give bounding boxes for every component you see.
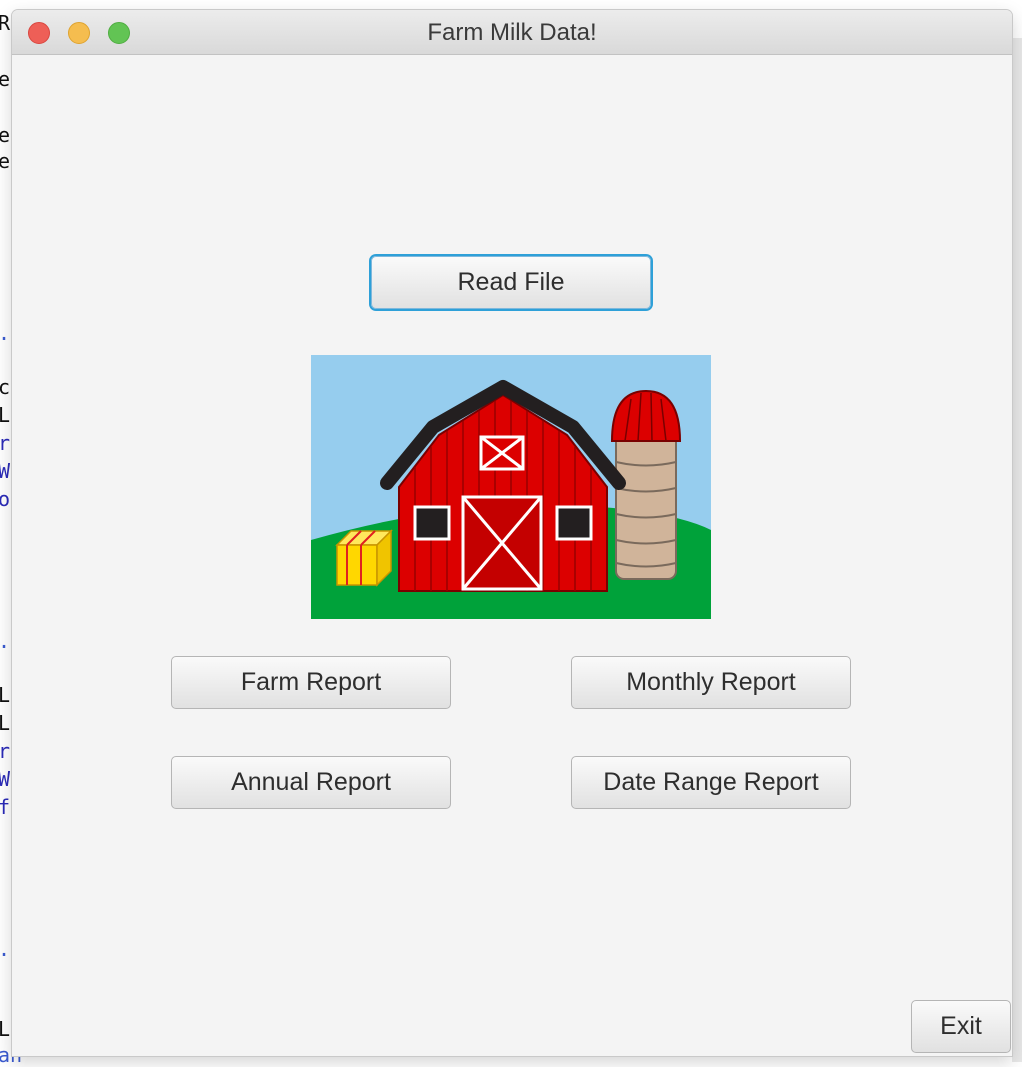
background-code-fragment: W: [0, 767, 11, 791]
read-file-button[interactable]: Read File: [371, 256, 651, 309]
exit-button[interactable]: Exit: [911, 1000, 1011, 1053]
farm-report-button[interactable]: Farm Report: [171, 656, 451, 709]
app-window: Farm Milk Data! Read File Farm Report Mo…: [12, 10, 1012, 1056]
background-panel-edge: [1012, 38, 1022, 1062]
annual-report-button[interactable]: Annual Report: [171, 756, 451, 809]
hay-bale: [335, 529, 393, 587]
background-code-fragment: f: [0, 795, 11, 819]
main-content: Read File Farm Report Monthly Report Ann…: [12, 55, 1012, 1056]
background-code-fragment: W: [0, 459, 11, 483]
title-bar[interactable]: Farm Milk Data!: [12, 10, 1012, 55]
monthly-report-button[interactable]: Monthly Report: [571, 656, 851, 709]
window-title: Farm Milk Data!: [427, 19, 597, 46]
background-code-fragment: o: [0, 487, 11, 511]
date-range-report-button[interactable]: Date Range Report: [571, 756, 851, 809]
barn-illustration: [311, 355, 711, 619]
